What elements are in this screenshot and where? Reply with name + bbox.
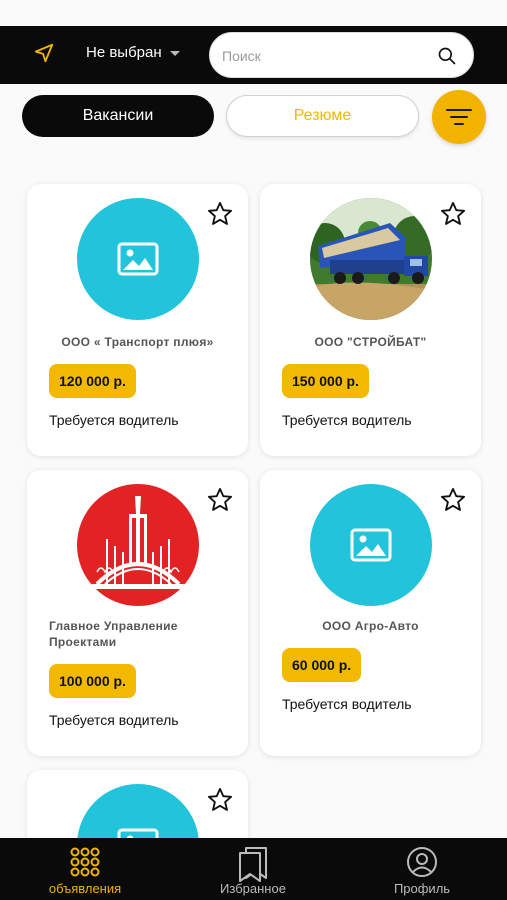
company-name: Главное Управление Проектами xyxy=(49,619,178,649)
search-input[interactable] xyxy=(222,43,422,69)
company-name: ООО Агро-Авто xyxy=(322,619,419,633)
company-name: ООО « Транспорт плюя» xyxy=(61,335,214,349)
salary-badge: 120 000 р. xyxy=(49,364,136,398)
grid-dots-icon xyxy=(70,847,100,877)
search-icon[interactable] xyxy=(437,46,457,66)
city-selector[interactable]: Не выбран xyxy=(86,44,162,61)
vacancy-card[interactable]: ООО "СТРОЙБАТ" 150 000 р. Требуется води… xyxy=(260,184,481,456)
company-logo xyxy=(309,484,432,606)
red-crest-logo xyxy=(90,496,185,589)
tab-label: Профиль xyxy=(393,881,451,896)
filter-icon xyxy=(446,109,472,111)
tab-label: Избранное xyxy=(220,881,286,896)
company-name: ООО "СТРОЙБАТ" xyxy=(314,335,427,349)
chevron-down-icon[interactable] xyxy=(170,51,180,56)
tab-ads[interactable]: объявления xyxy=(10,838,160,900)
filter-icon-line xyxy=(454,123,464,125)
filter-button[interactable] xyxy=(432,90,486,144)
user-circle-icon xyxy=(407,847,437,877)
tab-resumes[interactable]: Резюме xyxy=(226,95,419,137)
job-title: Требуется водитель xyxy=(282,696,412,712)
vacancy-card[interactable]: ООО « Транспорт плюя» 120 000 р. Требует… xyxy=(27,184,248,456)
vacancy-card[interactable]: ООО Агро-Авто 60 000 р. Требуется водите… xyxy=(260,470,481,756)
tab-vacancies[interactable]: Вакансии xyxy=(22,95,214,137)
tab-label: объявления xyxy=(48,881,122,896)
location-arrow-icon[interactable] xyxy=(33,42,55,64)
job-title: Требуется водитель xyxy=(49,712,179,728)
favorite-star-icon[interactable] xyxy=(439,200,467,228)
company-logo xyxy=(76,484,199,606)
salary-badge: 60 000 р. xyxy=(282,648,362,682)
salary-badge: 150 000 р. xyxy=(282,364,369,398)
image-placeholder-icon xyxy=(117,242,158,276)
tab-favorites[interactable]: Избранное xyxy=(178,838,328,900)
favorite-star-icon[interactable] xyxy=(439,486,467,514)
top-bar: Не выбран xyxy=(0,26,507,84)
search-box[interactable] xyxy=(209,32,474,78)
salary-badge: 100 000 р. xyxy=(49,664,136,698)
vacancy-card[interactable]: Главное Управление Проектами 100 000 р. … xyxy=(27,470,248,756)
filter-icon-line xyxy=(450,116,468,118)
job-title: Требуется водитель xyxy=(282,412,412,428)
image-placeholder-icon xyxy=(350,528,391,562)
bottom-tab-bar: объявления Избранное Профиль xyxy=(0,838,507,900)
company-logo xyxy=(309,198,432,320)
favorite-star-icon[interactable] xyxy=(206,486,234,514)
dump-truck-photo xyxy=(309,198,432,320)
favorite-star-icon[interactable] xyxy=(206,786,234,814)
job-title: Требуется водитель xyxy=(49,412,179,428)
company-logo xyxy=(76,198,199,320)
favorite-star-icon[interactable] xyxy=(206,200,234,228)
bookmarks-icon xyxy=(239,847,267,882)
tab-profile[interactable]: Профиль xyxy=(347,838,497,900)
